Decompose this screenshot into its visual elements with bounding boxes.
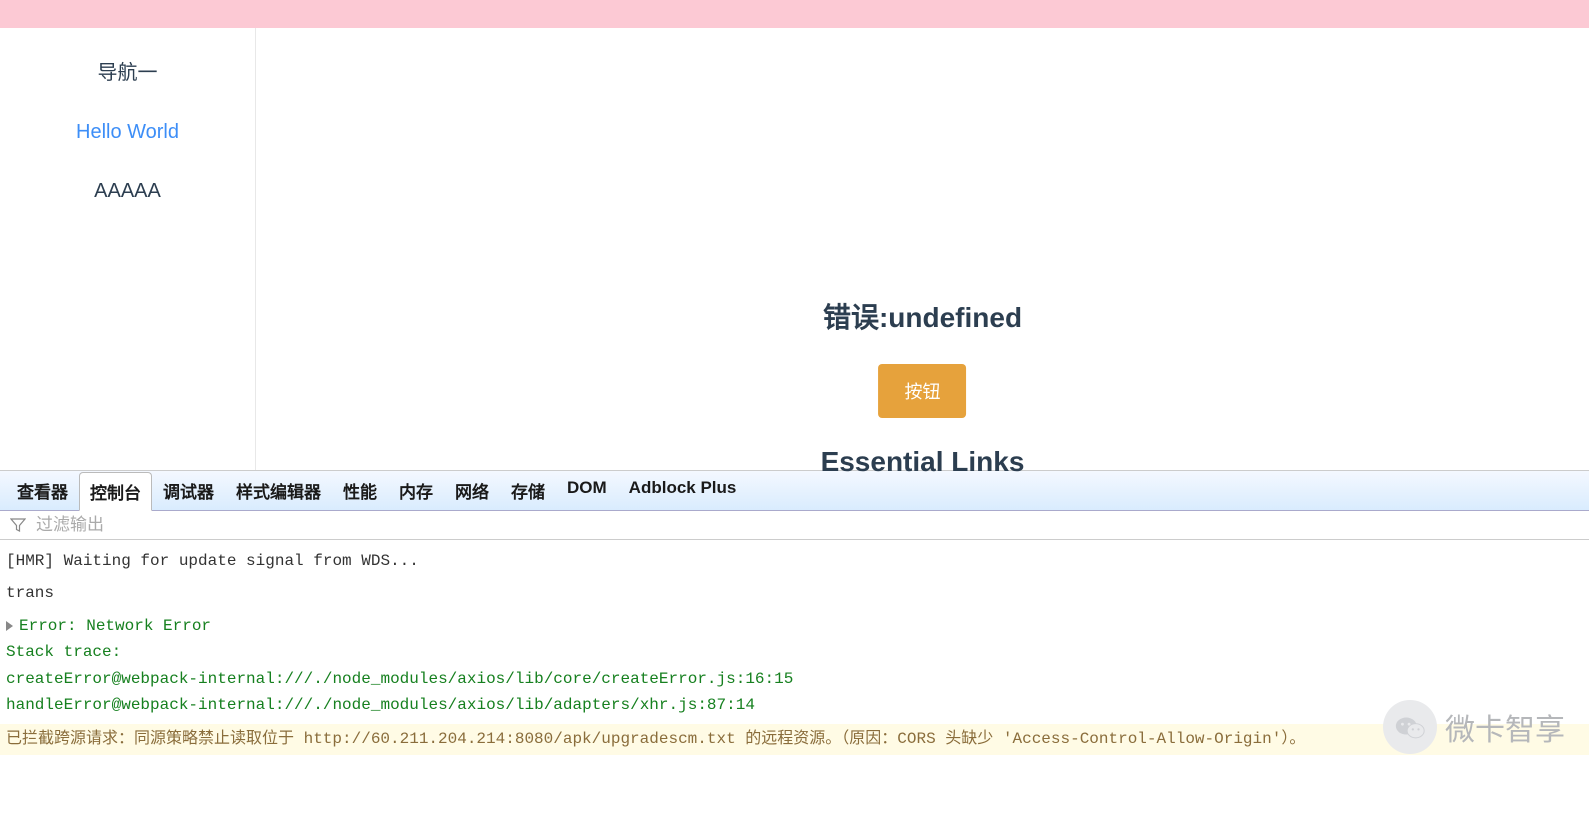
filter-icon[interactable]: [10, 517, 26, 533]
tab-memory[interactable]: 内存: [388, 471, 444, 510]
devtools-panel: 查看器 控制台 调试器 样式编辑器 性能 内存 网络 存储 DOM Adbloc…: [0, 470, 1589, 755]
tab-console[interactable]: 控制台: [79, 472, 152, 511]
console-output: [HMR] Waiting for update signal from WDS…: [0, 540, 1589, 755]
tab-network[interactable]: 网络: [444, 471, 500, 510]
action-button[interactable]: 按钮: [879, 364, 967, 418]
sidebar-item-nav1[interactable]: 导航一: [0, 38, 255, 103]
app-layout: 导航一 Hello World AAAAA 错误:undefined 按钮 Es…: [0, 28, 1589, 470]
log-cors-warning: 已拦截跨源请求：同源策略禁止读取位于 http://60.211.204.214…: [0, 724, 1589, 754]
tab-performance[interactable]: 性能: [332, 471, 388, 510]
devtools-tabbar: 查看器 控制台 调试器 样式编辑器 性能 内存 网络 存储 DOM Adbloc…: [0, 471, 1589, 511]
tab-debugger[interactable]: 调试器: [152, 471, 225, 510]
sidebar-item-aaaaa[interactable]: AAAAA: [0, 162, 255, 221]
sidebar: 导航一 Hello World AAAAA: [0, 28, 256, 470]
log-stack-label: Stack trace:: [0, 639, 1589, 665]
disclosure-icon[interactable]: [6, 621, 13, 631]
log-stack-1: createError@webpack-internal:///./node_m…: [0, 666, 1589, 692]
watermark-text: 微卡智享: [1445, 705, 1565, 749]
top-bar: [0, 0, 1589, 28]
log-trans: trans: [0, 580, 1589, 606]
tab-dom[interactable]: DOM: [556, 471, 618, 510]
tab-style-editor[interactable]: 样式编辑器: [225, 471, 332, 510]
center-content: 错误:undefined 按钮 Essential Links: [821, 296, 1025, 478]
tab-inspector[interactable]: 查看器: [6, 471, 79, 510]
wechat-icon: [1383, 700, 1437, 754]
log-error-head[interactable]: Error: Network Error: [0, 613, 1589, 639]
essential-links-heading: Essential Links: [821, 446, 1025, 478]
sidebar-item-hello[interactable]: Hello World: [0, 103, 255, 162]
log-hmr: [HMR] Waiting for update signal from WDS…: [0, 548, 1589, 574]
tab-adblock[interactable]: Adblock Plus: [618, 471, 748, 510]
main-content: 错误:undefined 按钮 Essential Links: [256, 28, 1589, 470]
watermark: 微卡智享: [1383, 700, 1565, 754]
log-stack-2: handleError@webpack-internal:///./node_m…: [0, 692, 1589, 718]
console-filter-input[interactable]: [36, 515, 336, 535]
error-text: 错误:undefined: [821, 296, 1025, 336]
console-filter-bar: [0, 511, 1589, 540]
log-error-text: Error: Network Error: [19, 617, 211, 635]
tab-storage[interactable]: 存储: [500, 471, 556, 510]
